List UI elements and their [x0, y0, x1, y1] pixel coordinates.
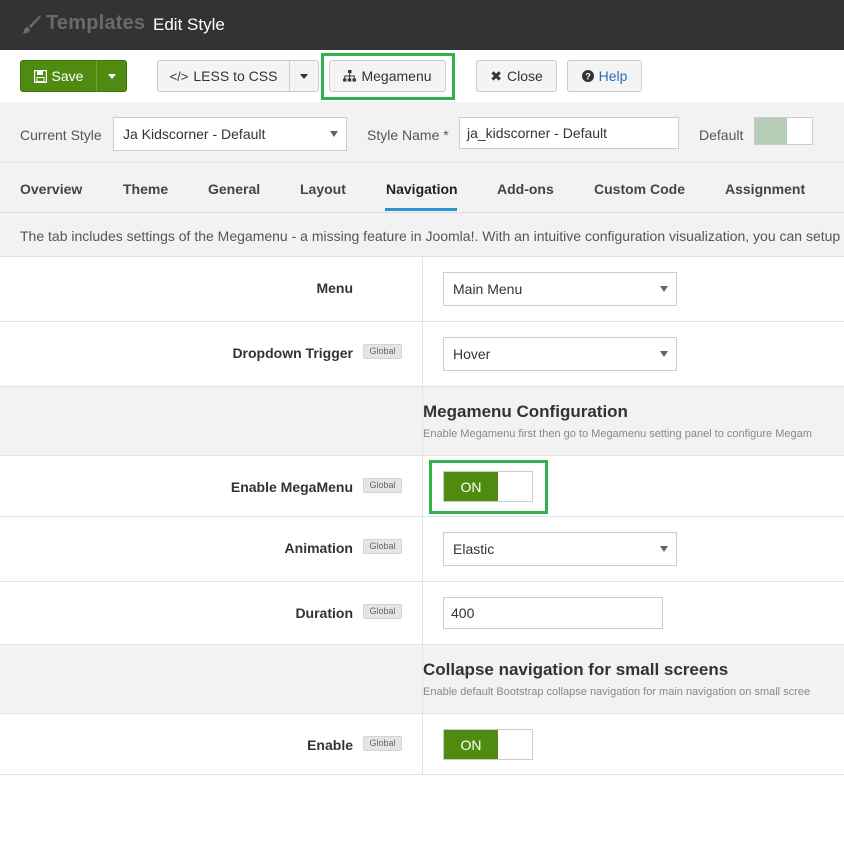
global-badge: Global — [363, 736, 402, 751]
svg-text:?: ? — [585, 72, 591, 82]
enable-collapse-label: Enable — [307, 737, 353, 753]
tab-layout[interactable]: Layout — [300, 181, 346, 197]
tab-general[interactable]: General — [208, 181, 260, 197]
current-style-value: Ja Kidscorner - Default — [123, 126, 266, 142]
floppy-disk-icon — [33, 69, 47, 83]
megamenu-label: Megamenu — [361, 68, 432, 84]
less-label: LESS to CSS — [193, 68, 278, 84]
duration-label: Duration — [295, 605, 353, 621]
tab-theme[interactable]: Theme — [123, 181, 168, 197]
top-bar: Templates Edit Style — [0, 0, 844, 50]
menu-select[interactable]: Main Menu — [443, 272, 677, 306]
save-dropdown-toggle[interactable] — [96, 60, 127, 92]
caret-down-icon — [107, 73, 116, 79]
style-name-label: Style Name * — [367, 127, 449, 143]
toggle-on-label: ON — [444, 730, 498, 759]
toggle-on-part — [755, 118, 787, 144]
close-icon: ✖ — [490, 67, 502, 84]
menu-label: Menu — [316, 280, 353, 296]
duration-input[interactable]: 400 — [443, 597, 663, 629]
tab-custom-code[interactable]: Custom Code — [594, 181, 685, 197]
less-dropdown-toggle[interactable] — [289, 60, 319, 92]
tab-assignment[interactable]: Assignment — [725, 181, 805, 197]
sitemap-icon — [343, 70, 357, 82]
select-arrow-icon — [660, 351, 668, 357]
tab-description-text: The tab includes settings of the Megamen… — [20, 228, 841, 244]
global-badge: Global — [363, 344, 402, 359]
animation-value: Elastic — [453, 541, 495, 557]
code-icon: </> — [169, 68, 189, 84]
megamenu-section-desc: Enable Megamenu first then go to Megamen… — [423, 428, 812, 440]
save-label: Save — [51, 68, 84, 84]
megamenu-section-title: Megamenu Configuration — [423, 402, 628, 421]
tab-navigation[interactable]: Navigation — [386, 181, 458, 197]
collapse-section-desc: Enable default Bootstrap collapse naviga… — [423, 686, 811, 698]
save-button[interactable]: Save — [20, 60, 97, 92]
help-button[interactable]: ? Help — [567, 60, 642, 92]
tab-addons[interactable]: Add-ons — [497, 181, 554, 197]
enable-collapse-toggle[interactable]: ON — [443, 729, 533, 760]
current-style-select[interactable]: Ja Kidscorner - Default — [113, 117, 347, 151]
duration-value: 400 — [451, 605, 475, 621]
menu-select-value: Main Menu — [453, 281, 523, 297]
help-label: Help — [598, 68, 628, 84]
style-name-value: ja_kidscorner - Default — [467, 125, 608, 141]
collapse-section-title: Collapse navigation for small screens — [423, 660, 729, 679]
global-badge: Global — [363, 604, 402, 619]
tab-description: The tab includes settings of the Megamen… — [0, 213, 844, 257]
toggle-on-label: ON — [444, 472, 498, 501]
page-title: Edit Style — [153, 15, 225, 34]
dropdown-trigger-label: Dropdown Trigger — [232, 345, 353, 361]
enable-megamenu-label: Enable MegaMenu — [230, 479, 353, 495]
active-tab-indicator — [385, 208, 457, 211]
close-button[interactable]: ✖ Close — [476, 60, 557, 92]
question-circle-icon: ? — [581, 70, 594, 82]
less-to-css-button[interactable]: </> LESS to CSS — [157, 60, 290, 92]
global-badge: Global — [363, 539, 402, 554]
default-toggle[interactable] — [754, 117, 813, 145]
default-label: Default — [699, 127, 744, 143]
app-title: Templates — [46, 12, 146, 34]
animation-select[interactable]: Elastic — [443, 532, 677, 566]
global-badge: Global — [363, 478, 402, 493]
megamenu-button[interactable]: Megamenu — [329, 60, 446, 92]
caret-down-icon — [300, 73, 308, 79]
select-arrow-icon — [660, 546, 668, 552]
close-label: Close — [506, 68, 543, 84]
dropdown-trigger-value: Hover — [453, 346, 491, 362]
animation-label: Animation — [284, 540, 353, 556]
dropdown-trigger-select[interactable]: Hover — [443, 337, 677, 371]
enable-megamenu-toggle[interactable]: ON — [443, 471, 533, 502]
style-name-input[interactable]: ja_kidscorner - Default — [459, 117, 679, 149]
tab-overview[interactable]: Overview — [20, 181, 82, 197]
select-arrow-icon — [660, 286, 668, 292]
current-style-label: Current Style — [20, 127, 102, 143]
paint-brush-icon — [22, 15, 41, 34]
select-arrow-icon — [330, 131, 338, 137]
